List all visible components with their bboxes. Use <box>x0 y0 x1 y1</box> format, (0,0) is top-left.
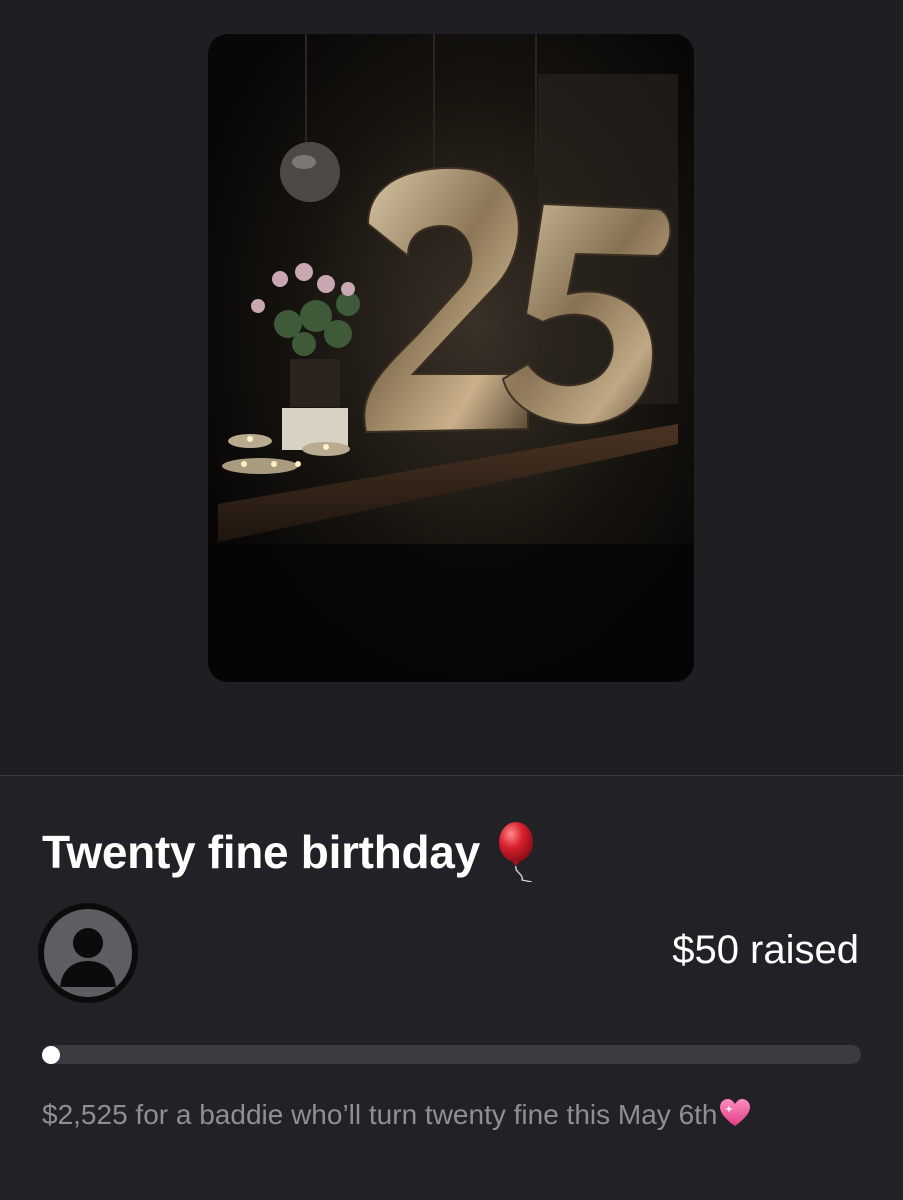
cover-section <box>0 0 903 775</box>
progress-indicator <box>42 1046 60 1064</box>
fundraiser-title-row: Twenty fine birthday <box>42 822 540 882</box>
person-placeholder-icon <box>44 909 132 997</box>
fundraiser-description: $2,525 for a baddie who’ll turn twenty f… <box>42 1093 802 1137</box>
progress-bar <box>42 1045 861 1064</box>
description-text: $2,525 for a baddie who’ll turn twenty f… <box>42 1099 718 1130</box>
birthday-balloons-photo <box>208 34 694 682</box>
balloon-icon <box>498 822 533 882</box>
cover-photo[interactable] <box>208 34 694 682</box>
fundraiser-title: Twenty fine birthday <box>42 826 480 878</box>
sparkling-heart-icon <box>719 1099 750 1126</box>
amount-raised: $50 raised <box>672 928 859 972</box>
organizer-avatar[interactable] <box>38 903 138 1003</box>
